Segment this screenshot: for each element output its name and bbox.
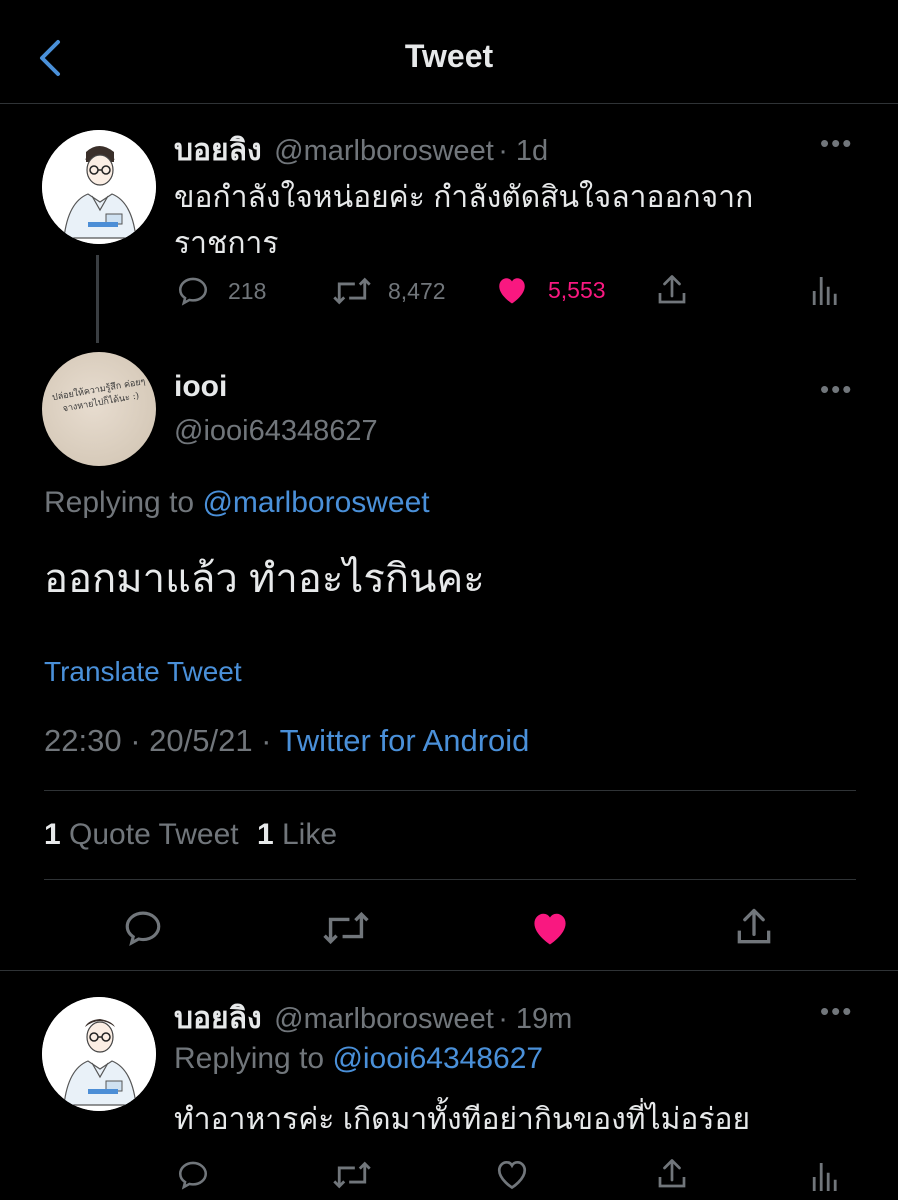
tweet-time: · 1d bbox=[498, 135, 549, 167]
more-icon[interactable]: ••• bbox=[820, 996, 853, 1027]
reply-tweet-text: ทำอาหารค่ะ เกิดมาทั้งทีอย่ากินของที่ไม่อ… bbox=[174, 1103, 751, 1136]
tweet-client[interactable]: Twitter for Android bbox=[280, 723, 530, 758]
replying-to: Replying to @iooi64348627 bbox=[174, 1042, 543, 1076]
reply-count: 218 bbox=[228, 277, 267, 304]
author-name[interactable]: บอยลิง bbox=[174, 134, 262, 167]
person-illustration bbox=[42, 130, 156, 244]
tweet-timestamp: 22:30 · 20/5/21 · bbox=[44, 723, 272, 758]
quote-label: Quote Tweet bbox=[69, 818, 239, 851]
status-bar bbox=[0, 0, 898, 8]
reply-avatar[interactable] bbox=[42, 997, 156, 1111]
person-illustration bbox=[42, 997, 156, 1111]
tweet-meta: 22:30 · 20/5/21 · Twitter for Android bbox=[44, 723, 529, 759]
thread-line bbox=[96, 255, 99, 343]
retweet-icon bbox=[333, 1161, 371, 1189]
page-title: Tweet bbox=[404, 38, 494, 74]
main-avatar[interactable]: ปล่อยให้ความรู้สึก ค่อยๆจางหายไปก็ได้นะ … bbox=[42, 352, 156, 466]
retweet-icon bbox=[323, 911, 369, 945]
share-icon bbox=[658, 275, 686, 304]
quote-count: 1 bbox=[44, 818, 61, 851]
reply-button[interactable] bbox=[176, 1158, 210, 1192]
replying-to-handle[interactable]: @iooi64348627 bbox=[332, 1042, 543, 1075]
like-outline-icon bbox=[497, 1160, 527, 1190]
reply-button[interactable] bbox=[122, 907, 164, 949]
parent-avatar[interactable] bbox=[42, 130, 156, 244]
divider bbox=[0, 970, 898, 971]
author-handle[interactable]: @marlborosweet bbox=[274, 1003, 494, 1035]
replying-to-label: Replying to bbox=[174, 1042, 325, 1075]
author-handle[interactable]: @iooi64348627 bbox=[174, 415, 378, 448]
analytics-button[interactable] bbox=[810, 274, 838, 308]
like-label: Like bbox=[281, 818, 338, 851]
like-button[interactable] bbox=[528, 906, 572, 950]
replying-to-handle[interactable]: @marlborosweet bbox=[202, 486, 429, 519]
like-count: 1 bbox=[256, 818, 274, 851]
like-icon bbox=[534, 913, 566, 945]
retweet-icon bbox=[333, 277, 371, 305]
header-divider bbox=[0, 103, 898, 104]
share-button[interactable] bbox=[732, 905, 776, 949]
retweet-count: 8,472 bbox=[388, 277, 446, 304]
avatar-handwriting: ปล่อยให้ความรู้สึก ค่อยๆจางหายไปก็ได้นะ … bbox=[51, 376, 147, 415]
more-icon[interactable]: ••• bbox=[820, 128, 853, 159]
tweet-text-line1: ขอกำลังใจหน่อยค่ะ กำลังตัดสินใจลาออกจาก bbox=[174, 181, 754, 214]
divider bbox=[44, 790, 856, 791]
replying-to-label: Replying to bbox=[44, 486, 195, 519]
author-name[interactable]: บอยลิง bbox=[174, 1002, 262, 1035]
divider bbox=[44, 879, 856, 880]
main-tweet-text: ออกมาแล้ว ทำอะไรกินคะ bbox=[44, 557, 485, 601]
like-button[interactable] bbox=[494, 1156, 530, 1192]
translate-link[interactable]: Translate Tweet bbox=[44, 656, 242, 688]
share-icon bbox=[737, 908, 771, 944]
author-name[interactable]: iooi bbox=[174, 370, 227, 404]
reply-icon bbox=[178, 1161, 208, 1190]
share-icon bbox=[658, 1159, 686, 1188]
retweet-button[interactable] bbox=[332, 1158, 372, 1192]
likes-link[interactable]: 1 Like bbox=[257, 818, 337, 851]
reply-icon bbox=[125, 911, 161, 947]
like-count: 5,553 bbox=[548, 276, 606, 303]
tweet-time: · 19m bbox=[498, 1003, 573, 1035]
author-handle[interactable]: @marlborosweet bbox=[274, 135, 494, 167]
engagement-stats: 1 Quote Tweet 1 Like bbox=[44, 818, 337, 852]
parent-header: บอยลิง @marlborosweet · 1d bbox=[174, 127, 548, 174]
like-icon bbox=[499, 278, 525, 304]
reply-button[interactable]: 218 bbox=[176, 274, 266, 308]
share-button[interactable] bbox=[654, 1156, 690, 1192]
analytics-button[interactable] bbox=[810, 1160, 838, 1194]
retweet-button[interactable] bbox=[322, 907, 370, 949]
quote-tweets-link[interactable]: 1 Quote Tweet bbox=[44, 818, 247, 851]
retweet-button[interactable]: 8,472 bbox=[332, 274, 446, 308]
replying-to: Replying to @marlborosweet bbox=[44, 486, 430, 520]
reply-icon bbox=[178, 277, 208, 306]
analytics-icon bbox=[812, 1163, 837, 1191]
analytics-icon bbox=[812, 277, 837, 305]
more-icon[interactable]: ••• bbox=[820, 374, 853, 405]
share-button[interactable] bbox=[654, 272, 690, 308]
reply-header: บอยลิง @marlborosweet · 19m bbox=[174, 995, 572, 1042]
like-button[interactable]: 5,553 bbox=[494, 272, 606, 308]
tweet-text-line2: ราชการ bbox=[174, 227, 279, 260]
